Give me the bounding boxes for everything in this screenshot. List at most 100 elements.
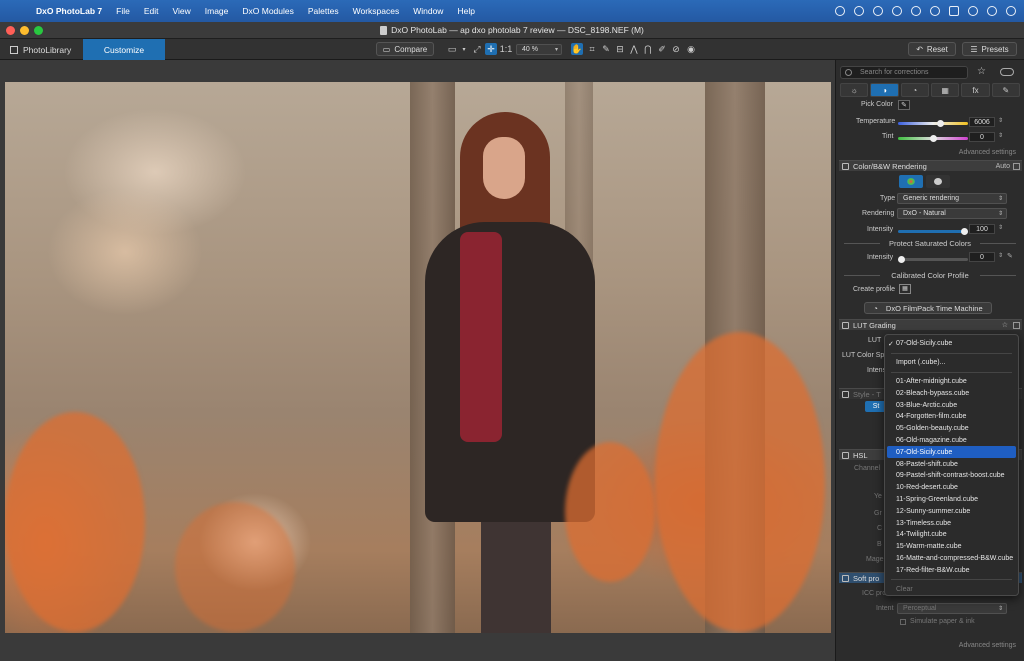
lut-item[interactable]: 14-Twilight.cube [885,529,1018,541]
compare-button[interactable]: ▭ Compare [376,42,434,56]
filmpack-time-machine-button[interactable]: ◔ DxO FilmPack Time Machine [864,302,992,314]
presets-button[interactable]: ☰ Presets [962,42,1017,56]
temperature-slider[interactable] [898,120,968,127]
lut-item[interactable]: 08-Pastel-shift.cube [885,458,1018,470]
siri-icon[interactable] [1006,6,1016,16]
minimize-window-button[interactable] [20,26,29,35]
palette-options-icon[interactable] [1013,163,1020,170]
bw-mode-button[interactable] [926,175,950,188]
color-bw-rendering-header[interactable]: Color/B&W Rendering Auto [839,160,1022,171]
tint-stepper-icon[interactable]: ⇕ [998,132,1003,139]
menu-edit[interactable]: Edit [144,6,159,16]
toggle-icon[interactable] [1000,68,1014,76]
menu-workspaces[interactable]: Workspaces [353,6,400,16]
type-select[interactable]: Generic rendering ⇕ [897,193,1007,204]
menu-dxo-modules[interactable]: DxO Modules [242,6,294,16]
tab-color[interactable]: ◑ [870,83,899,97]
lut-item[interactable]: 04-Forgotten-film.cube [885,411,1018,423]
clock-icon[interactable] [911,6,921,16]
lut-item-selected[interactable]: 07-Old-Sicily.cube [887,446,1016,459]
repair-tool-icon[interactable]: ⊘ [670,43,682,55]
zoom-100-button[interactable]: 1:1 [499,43,513,55]
fit-icon[interactable]: ⤢ [471,43,483,55]
wifi-icon[interactable] [892,6,902,16]
perspective-tool-icon[interactable]: ⋀ [628,43,640,55]
temperature-knob[interactable] [937,120,945,127]
rendering-intensity-slider[interactable] [898,228,968,235]
enable-checkbox[interactable] [842,452,849,459]
lut-item[interactable]: 01-After-midnight.cube [885,376,1018,388]
eyedropper-icon[interactable]: ✎ [898,100,910,110]
star-icon[interactable]: ☆ [1002,321,1008,329]
lut-item[interactable]: 16-Matte-and-compressed-B&W.cube [885,553,1018,565]
protect-intensity-value[interactable]: 0 [969,252,995,262]
intensity-stepper-icon[interactable]: ⇕ [998,224,1003,231]
enable-checkbox[interactable] [842,163,849,170]
picker-icon[interactable]: ✎ [1007,252,1013,260]
simulate-checkbox[interactable] [900,619,906,625]
tint-slider[interactable] [898,135,968,142]
advanced-settings-link-2[interactable]: Advanced settings [959,642,1016,649]
protect-intensity-knob[interactable] [898,256,905,263]
control-center-icon[interactable] [987,6,997,16]
lut-current-item[interactable]: ✓ 07-Old-Sicily.cube [885,338,1018,350]
vpn-icon[interactable] [873,6,883,16]
photo-portrait-in-forest[interactable] [5,82,831,633]
lut-item[interactable]: 09-Pastel-shift-contrast-boost.cube [885,470,1018,482]
tab-local-adjustments[interactable]: ✎ [991,83,1020,97]
lut-item[interactable]: 10-Red-desert.cube [885,482,1018,494]
lut-item[interactable]: 05-Golden-beauty.cube [885,423,1018,435]
lut-item[interactable]: 13-Timeless.cube [885,517,1018,529]
hand-tool-icon[interactable]: ✋ [571,43,583,55]
tint-knob[interactable] [929,135,937,142]
lut-import-item[interactable]: Import (.cube)... [885,357,1018,369]
preview-eye-icon[interactable]: ◉ [685,43,697,55]
image-viewer[interactable] [0,60,835,661]
star-icon[interactable]: ☆ [977,66,986,77]
advanced-settings-link[interactable]: Advanced settings [959,149,1016,156]
lut-grading-header[interactable]: LUT Grading ☆ [839,319,1022,330]
tint-value[interactable]: 0 [969,132,995,142]
display-mode-icon[interactable]: ▭ [446,43,458,55]
intent-select[interactable]: Perceptual ⇕ [897,603,1007,614]
drive-icon[interactable] [854,6,864,16]
play-icon[interactable] [930,6,940,16]
brush-tool-icon[interactable]: ✐ [656,43,668,55]
palette-options-icon[interactable] [1013,322,1020,329]
rendering-intensity-knob[interactable] [961,228,968,235]
menu-palettes[interactable]: Palettes [308,6,339,16]
create-profile-icon[interactable]: ▦ [899,284,911,294]
picker-tool-icon[interactable]: ✎ [600,43,612,55]
temperature-value[interactable]: 6006 [969,117,995,127]
zoom-select[interactable]: 40 % ▾ [516,44,562,55]
horizon-tool-icon[interactable]: ⊟ [614,43,626,55]
tab-geometry[interactable]: ▦ [930,83,960,97]
menu-app-name[interactable]: DxO PhotoLab 7 [36,6,102,16]
lut-item[interactable]: 03-Blue-Arctic.cube [885,399,1018,411]
enable-checkbox[interactable] [842,322,849,329]
rendering-select[interactable]: DxO - Natural ⇕ [897,208,1007,219]
battery-icon[interactable] [949,6,959,16]
lut-item[interactable]: 06-Old-magazine.cube [885,435,1018,447]
crop-tool-icon[interactable]: ⌗ [586,43,598,55]
lut-item[interactable]: 11-Spring-Greenland.cube [885,494,1018,506]
creative-cloud-icon[interactable] [835,6,845,16]
move-tool-icon[interactable]: ✛ [485,43,497,55]
tab-effects[interactable]: fx [961,83,990,97]
lut-clear-item[interactable]: Clear [885,583,1018,595]
lut-item[interactable]: 15-Warm-matte.cube [885,541,1018,553]
tab-customize[interactable]: Customize [83,39,165,60]
close-window-button[interactable] [6,26,15,35]
lut-item[interactable]: 17-Red-filter-B&W.cube [885,564,1018,576]
tab-detail[interactable]: ◔ [900,83,929,97]
protect-stepper-icon[interactable]: ⇕ [998,252,1003,259]
color-mode-button[interactable] [899,175,923,188]
menu-image[interactable]: Image [205,6,229,16]
enable-checkbox[interactable] [842,575,849,582]
menu-help[interactable]: Help [457,6,474,16]
tab-photolibrary[interactable]: PhotoLibrary [0,39,83,60]
search-icon[interactable] [968,6,978,16]
menu-file[interactable]: File [116,6,130,16]
volume-tool-icon[interactable]: ⋂ [642,43,654,55]
zoom-window-button[interactable] [34,26,43,35]
